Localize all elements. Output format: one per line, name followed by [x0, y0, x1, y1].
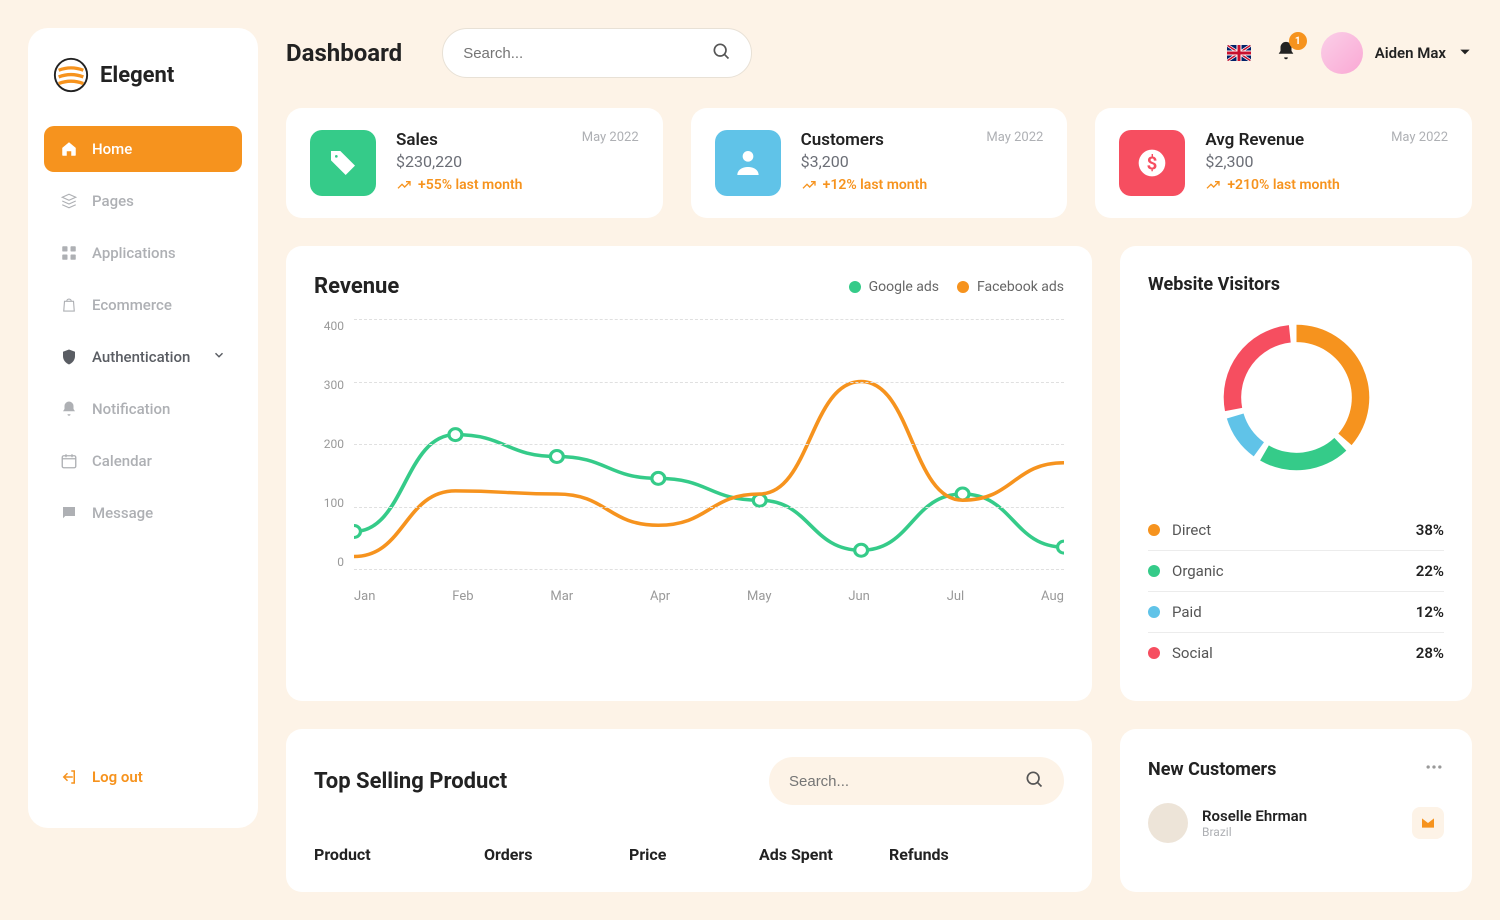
customer-country: Brazil	[1202, 825, 1307, 839]
sidebar-item-calendar[interactable]: Calendar	[44, 438, 242, 484]
stat-title: Customers	[801, 130, 884, 150]
language-flag[interactable]	[1227, 45, 1251, 61]
bell-icon	[60, 400, 78, 418]
sidebar-item-notification[interactable]: Notification	[44, 386, 242, 432]
tag-icon	[310, 130, 376, 196]
more-icon[interactable]	[1424, 757, 1444, 781]
new-customers-title: New Customers	[1148, 759, 1276, 780]
revenue-title: Revenue	[314, 274, 399, 299]
top-selling-search[interactable]	[769, 757, 1064, 805]
logout-icon	[60, 768, 78, 786]
search-input[interactable]	[463, 45, 711, 62]
calendar-icon	[60, 452, 78, 470]
stat-date: May 2022	[1391, 130, 1448, 150]
visitor-row: Social28%	[1148, 633, 1444, 673]
svg-text:$: $	[1147, 153, 1158, 175]
customer-item[interactable]: Roselle Ehrman Brazil	[1148, 803, 1444, 843]
sidebar-item-pages[interactable]: Pages	[44, 178, 242, 224]
sidebar-item-label: Calendar	[92, 452, 152, 470]
header: Dashboard 1 Aiden Max	[286, 28, 1472, 78]
stat-card-customers: Customers May 2022 $3,200 +12% last month	[691, 108, 1068, 218]
grid-icon	[60, 244, 78, 262]
search-input-wrap[interactable]	[442, 28, 752, 78]
top-selling-search-input[interactable]	[789, 773, 1024, 790]
search-icon	[711, 41, 731, 65]
stat-date: May 2022	[582, 130, 639, 150]
user-cart-icon	[715, 130, 781, 196]
sidebar-item-label: Applications	[92, 244, 176, 262]
notification-badge: 1	[1289, 32, 1307, 50]
pages-icon	[60, 192, 78, 210]
stat-trend: +210% last month	[1205, 177, 1448, 193]
stat-date: May 2022	[986, 130, 1043, 150]
revenue-legend: Google ads Facebook ads	[849, 279, 1064, 295]
visitors-panel: Website Visitors Direct38%Organic22%Paid…	[1120, 246, 1472, 701]
stat-value: $230,220	[396, 152, 639, 171]
visitor-row: Direct38%	[1148, 510, 1444, 551]
user-name: Aiden Max	[1375, 44, 1446, 62]
sidebar-item-home[interactable]: Home	[44, 126, 242, 172]
bag-icon	[60, 296, 78, 314]
stat-trend: +55% last month	[396, 177, 639, 193]
customer-name: Roselle Ehrman	[1202, 807, 1307, 825]
search-icon	[1024, 769, 1044, 793]
stat-value: $2,300	[1205, 152, 1448, 171]
sidebar-item-label: Pages	[92, 192, 134, 210]
sidebar-item-message[interactable]: Message	[44, 490, 242, 536]
notification-button[interactable]: 1	[1275, 40, 1297, 66]
sidebar-item-label: Notification	[92, 400, 170, 418]
revenue-chart: 4003002001000 JanFebMarAprMayJunJulAug	[314, 319, 1064, 619]
sidebar-item-applications[interactable]: Applications	[44, 230, 242, 276]
stat-value: $3,200	[801, 152, 1044, 171]
chevron-down-icon	[212, 348, 226, 366]
visitors-list: Direct38%Organic22%Paid12%Social28%	[1148, 510, 1444, 673]
stat-card-avg-revenue: $ Avg Revenue May 2022 $2,300 +210% last …	[1095, 108, 1472, 218]
brand-name: Elegent	[100, 63, 174, 88]
new-customers-panel: New Customers Roselle Ehrman Brazil	[1120, 729, 1472, 892]
top-selling-title: Top Selling Product	[314, 769, 507, 794]
user-menu[interactable]: Aiden Max	[1321, 32, 1472, 74]
sidebar-item-authentication[interactable]: Authentication	[44, 334, 242, 380]
logo-icon	[52, 56, 90, 94]
sidebar-item-ecommerce[interactable]: Ecommerce	[44, 282, 242, 328]
logout-label: Log out	[92, 768, 143, 786]
mail-icon[interactable]	[1412, 807, 1444, 839]
sidebar-item-label: Ecommerce	[92, 296, 172, 314]
avatar	[1148, 803, 1188, 843]
message-icon	[60, 504, 78, 522]
visitors-donut	[1148, 295, 1444, 510]
home-icon	[60, 140, 78, 158]
top-selling-panel: Top Selling Product Product Orders Price…	[286, 729, 1092, 892]
revenue-panel: Revenue Google ads Facebook ads 40030020…	[286, 246, 1092, 701]
visitors-title: Website Visitors	[1148, 274, 1444, 295]
stat-trend: +12% last month	[801, 177, 1044, 193]
page-title: Dashboard	[286, 39, 402, 67]
stat-title: Sales	[396, 130, 438, 150]
sidebar: Elegent Home Pages Applications Ecommerc…	[28, 28, 258, 828]
visitor-row: Organic22%	[1148, 551, 1444, 592]
avatar	[1321, 32, 1363, 74]
dollar-icon: $	[1119, 130, 1185, 196]
logout-button[interactable]: Log out	[44, 754, 242, 800]
sidebar-item-label: Authentication	[92, 348, 190, 366]
sidebar-item-label: Home	[92, 140, 132, 158]
sidebar-item-label: Message	[92, 504, 153, 522]
stat-title: Avg Revenue	[1205, 130, 1304, 150]
visitor-row: Paid12%	[1148, 592, 1444, 633]
stat-card-sales: Sales May 2022 $230,220 +55% last month	[286, 108, 663, 218]
logo[interactable]: Elegent	[44, 56, 242, 118]
caret-down-icon	[1458, 44, 1472, 63]
top-selling-columns: Product Orders Price Ads Spent Refunds	[314, 845, 1064, 864]
shield-icon	[60, 348, 78, 366]
